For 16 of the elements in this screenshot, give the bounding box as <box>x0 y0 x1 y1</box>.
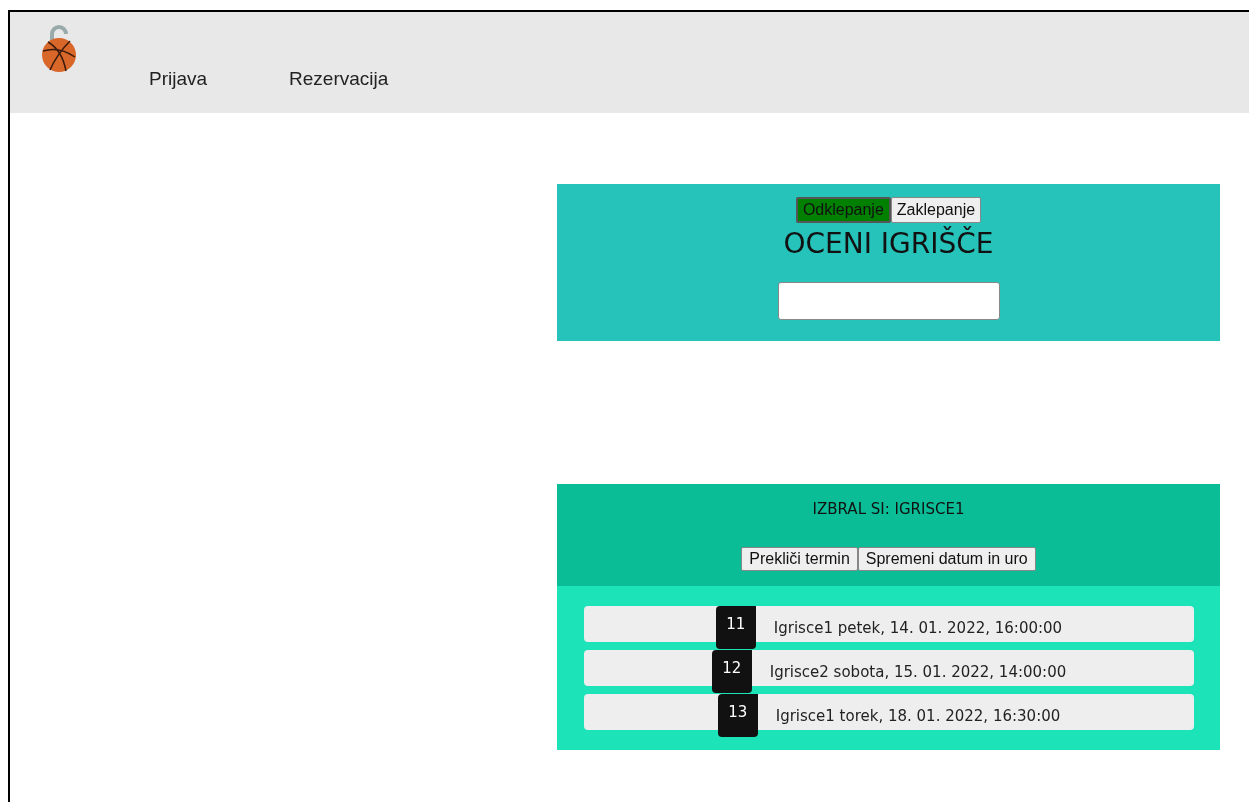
nav-link[interactable]: Rezervacija <box>289 68 389 90</box>
number-badge: 11 <box>715 606 756 649</box>
toggle-button[interactable]: Zaklepanje <box>890 197 982 223</box>
nav-link[interactable]: Prijava <box>149 68 208 90</box>
reservation-text: Igrisce1 petek, 14. 01. 2022, 16:00:00 <box>773 621 1063 636</box>
number-badge: 13 <box>717 694 758 737</box>
input-field[interactable] <box>777 282 1000 320</box>
action-button[interactable]: Prekliči termin <box>741 547 858 571</box>
number-badge: 12 <box>711 650 752 693</box>
panel-title: OCENI IGRIŠČE <box>783 227 994 260</box>
basketball-lock-icon <box>40 24 78 74</box>
reservation-text: Igrisce2 sobota, 15. 01. 2022, 14:00:00 <box>769 665 1067 680</box>
action-button[interactable]: Spremeni datum in uro <box>857 547 1036 571</box>
reservation-text: Igrisce1 torek, 18. 01. 2022, 16:30:00 <box>775 709 1061 724</box>
selection-label: IZBRAL SI: IGRISCE1 <box>812 500 965 518</box>
toggle-button[interactable]: Odklepanje <box>795 197 891 223</box>
